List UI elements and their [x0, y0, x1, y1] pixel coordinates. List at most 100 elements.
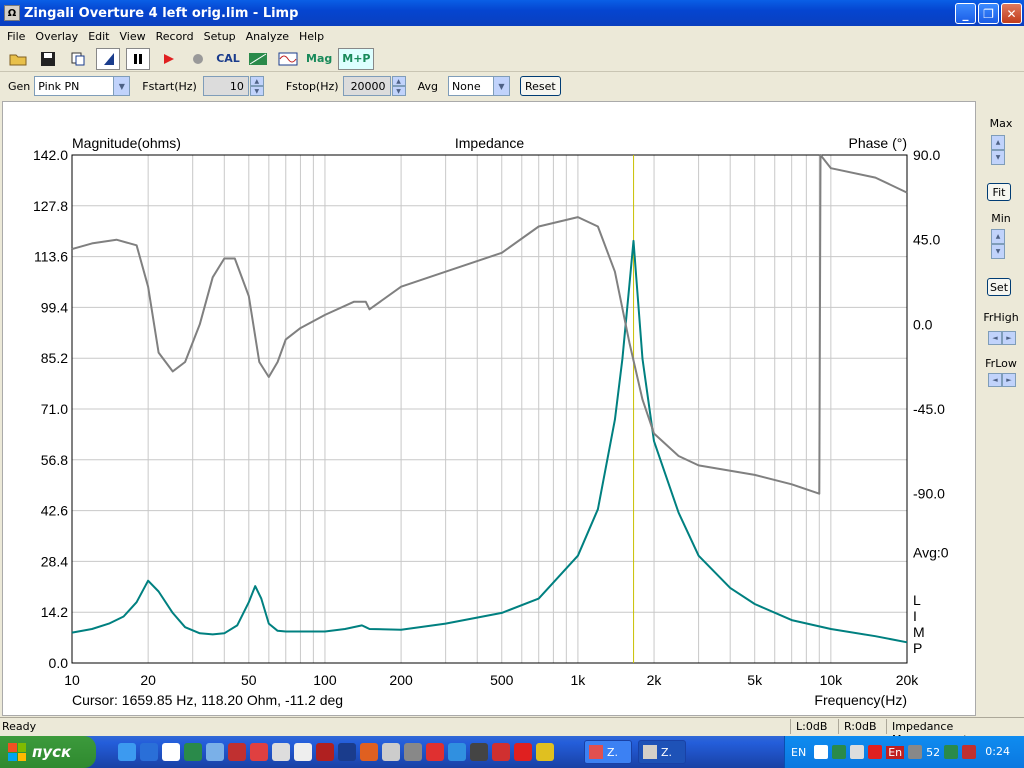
app-icon-5[interactable] — [206, 743, 224, 761]
opera-icon[interactable] — [426, 743, 444, 761]
menu-setup[interactable]: Setup — [199, 30, 241, 43]
gen-select[interactable]: Pink PN ▼ — [34, 76, 131, 96]
cal-button[interactable]: CAL — [216, 48, 240, 70]
avg-label: Avg — [417, 79, 438, 93]
menu-record[interactable]: Record — [151, 30, 199, 43]
app-icon-12[interactable] — [360, 743, 378, 761]
tray-icon-6[interactable] — [944, 745, 959, 759]
menu-view[interactable]: View — [115, 30, 151, 43]
maximize-button[interactable]: ❐ — [978, 3, 999, 24]
taskbar-item-1[interactable]: Z. — [584, 740, 632, 764]
record-icon[interactable] — [186, 48, 210, 70]
word-icon[interactable] — [162, 743, 180, 761]
fstart-spinner[interactable]: ▲ ▼ — [249, 76, 264, 96]
frlow-label: FrLow — [985, 357, 1017, 370]
app-icon-20[interactable] — [536, 743, 554, 761]
tray-icon-4[interactable] — [868, 745, 883, 759]
explorer-icon[interactable] — [118, 743, 136, 761]
max-spinner[interactable]: ▲ ▼ — [991, 135, 1005, 165]
menu-edit[interactable]: Edit — [83, 30, 114, 43]
fstop-spinner[interactable]: ▲ ▼ — [391, 76, 406, 96]
x-tick-label: 20 — [140, 672, 156, 688]
tray-number: 52 — [926, 745, 941, 759]
left-axis-label: Magnitude(ohms) — [72, 135, 181, 151]
app-icon[interactable]: Ω — [4, 5, 20, 21]
side-letter: I — [913, 608, 917, 624]
app-icon-14[interactable] — [404, 743, 422, 761]
min-spinner[interactable]: ▲ ▼ — [991, 229, 1005, 259]
play-icon[interactable] — [156, 48, 180, 70]
x-tick-label: 2k — [647, 672, 663, 688]
magnitude-curve — [71, 239, 908, 644]
tray-icon-3[interactable] — [850, 745, 865, 759]
app-icon-7[interactable] — [250, 743, 268, 761]
side-letter: P — [913, 640, 922, 656]
photoshop-icon[interactable] — [338, 743, 356, 761]
title-bar: Ω Zingali Overture 4 left orig.lim - Lim… — [0, 0, 1024, 26]
pause-icon[interactable] — [126, 47, 150, 70]
app-icon-19[interactable] — [514, 743, 532, 761]
app-icon-9[interactable] — [294, 743, 312, 761]
fstart-input[interactable]: 10 — [202, 76, 249, 96]
menu-help[interactable]: Help — [294, 30, 329, 43]
start-button[interactable]: пуск — [0, 736, 96, 768]
right-axis-label: Phase (°) — [848, 135, 907, 151]
cursor-tool-icon[interactable] — [96, 47, 120, 70]
x-tick-label: 20k — [896, 672, 920, 688]
y-tick-label: 28.4 — [41, 553, 68, 569]
fstop-label: Fstop(Hz) — [285, 79, 339, 93]
quick-launch — [118, 743, 554, 761]
status-ready: Ready — [2, 720, 37, 733]
tray-icon-5[interactable] — [908, 745, 923, 759]
x-tick-label: 100 — [313, 672, 337, 688]
frlow-spinner[interactable]: ◄ ► — [988, 373, 1016, 387]
fstop-input[interactable]: 20000 — [342, 76, 391, 96]
mag-phase-button[interactable]: M+P — [338, 47, 375, 70]
impedance-chart[interactable]: 10 20 50 100 200 500 1k 2k 5k 10k 20k 0.0 14.2 28.4 42… — [3, 102, 977, 717]
min-label: Min — [991, 212, 1011, 225]
y-tick-label: 127.8 — [33, 198, 68, 214]
copy-icon[interactable] — [66, 48, 90, 70]
tray-icon-1[interactable] — [814, 745, 829, 759]
app-icon-8[interactable] — [272, 743, 290, 761]
fit-button[interactable]: Fit — [987, 183, 1011, 201]
app-icon-18[interactable] — [492, 743, 510, 761]
app-icon-13[interactable] — [382, 743, 400, 761]
tray-icon-7[interactable] — [962, 745, 977, 759]
excel-icon[interactable] — [184, 743, 202, 761]
reset-button[interactable]: Reset — [519, 76, 561, 96]
app-icon-2[interactable] — [140, 743, 158, 761]
x-tick-label: 200 — [389, 672, 413, 688]
y2-tick-label: 45.0 — [913, 232, 940, 248]
open-folder-icon[interactable] — [6, 48, 30, 70]
waveform-icon[interactable] — [276, 48, 300, 70]
minimize-button[interactable]: _ — [955, 3, 976, 24]
chevron-down-icon[interactable]: ▼ — [113, 77, 130, 95]
toolbar: CAL Mag M+P — [0, 46, 1024, 72]
frhigh-spinner[interactable]: ◄ ► — [988, 331, 1016, 345]
avg-select[interactable]: None ▼ — [447, 76, 510, 96]
app-icon-17[interactable] — [470, 743, 488, 761]
save-icon[interactable] — [36, 48, 60, 70]
menu-file[interactable]: File — [2, 30, 30, 43]
taskbar-item-2[interactable]: Z. — [638, 740, 686, 764]
language-indicator[interactable]: EN — [791, 746, 806, 759]
mag-button[interactable]: Mag — [306, 48, 332, 70]
generator-bar: Gen Pink PN ▼ Fstart(Hz) 10 ▲ ▼ Fstop(Hz)… — [0, 73, 1024, 99]
plot-area[interactable]: 10 20 50 100 200 500 1k 2k 5k 10k 20k 0.0 14.2 28.4 42… — [2, 101, 976, 716]
side-letter: M — [913, 624, 925, 640]
menu-analyze[interactable]: Analyze — [241, 30, 294, 43]
app-icon-10[interactable] — [316, 743, 334, 761]
ie-icon[interactable] — [448, 743, 466, 761]
chevron-down-icon[interactable]: ▼ — [492, 77, 509, 95]
set-button[interactable]: Set — [987, 278, 1011, 296]
app-icon-6[interactable] — [228, 743, 246, 761]
spectrum-icon[interactable] — [246, 48, 270, 70]
y-tick-label: 113.6 — [34, 249, 68, 265]
status-right-level: R:0dB — [844, 720, 877, 733]
y2-tick-label: -90.0 — [913, 486, 945, 502]
close-button[interactable]: ✕ — [1001, 3, 1022, 24]
menu-overlay[interactable]: Overlay — [30, 30, 83, 43]
language-bar[interactable]: En — [886, 745, 905, 759]
tray-icon-2[interactable] — [832, 745, 847, 759]
